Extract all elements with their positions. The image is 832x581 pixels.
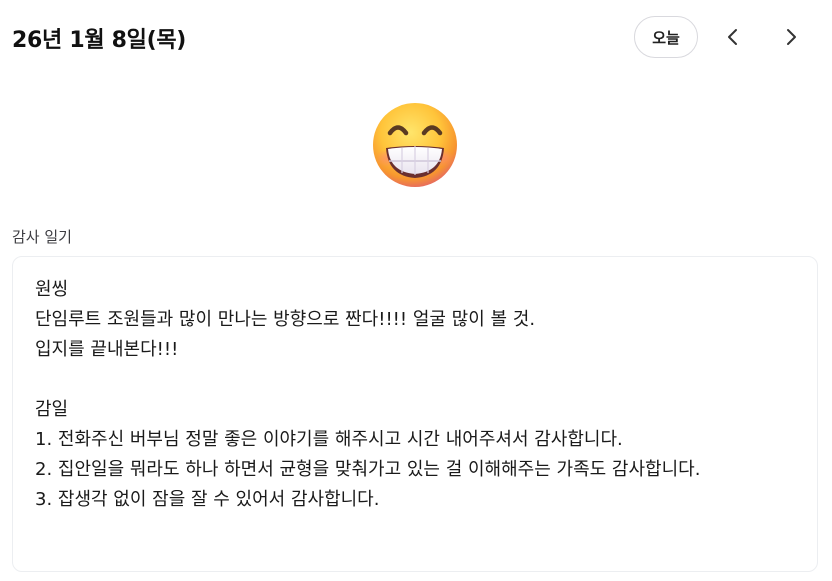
entry-line: 단임루트 조원들과 많이 만나는 방향으로 짠다!!!! 얼굴 많이 볼 것. bbox=[35, 309, 536, 330]
diary-page: 26년 1월 8일(목) 오늘 감사 일기 원씽 단임루트 조원들과 많이 만나… bbox=[0, 0, 832, 581]
entry-line: 1. 전화주신 버부님 정말 좋은 이야기를 해주시고 시간 내어주셔서 감사합… bbox=[35, 429, 623, 450]
entry-line: 2. 집안일을 뭐라도 하나 하면서 균형을 맞춰가고 있는 걸 이해해주는 가… bbox=[35, 459, 701, 480]
next-day-button[interactable] bbox=[776, 22, 806, 52]
entry-line bbox=[35, 365, 805, 395]
entry-line: 입지를 끝내본다!!! bbox=[35, 339, 179, 360]
chevron-right-icon bbox=[787, 29, 796, 45]
diary-entry-card[interactable]: 원씽 단임루트 조원들과 많이 만나는 방향으로 짠다!!!! 얼굴 많이 볼 … bbox=[12, 256, 818, 572]
chevron-left-icon bbox=[728, 29, 737, 45]
grinning-face-icon bbox=[373, 103, 457, 187]
entry-line: 감일 bbox=[35, 399, 69, 420]
mood-emoji bbox=[370, 100, 460, 190]
diary-entry-text: 원씽 단임루트 조원들과 많이 만나는 방향으로 짠다!!!! 얼굴 많이 볼 … bbox=[35, 275, 805, 515]
previous-day-button[interactable] bbox=[718, 22, 748, 52]
section-label: 감사 일기 bbox=[12, 228, 72, 246]
entry-line: 원씽 bbox=[35, 279, 69, 300]
today-button[interactable]: 오늘 bbox=[634, 16, 698, 58]
header: 26년 1월 8일(목) 오늘 bbox=[0, 0, 832, 76]
page-title: 26년 1월 8일(목) bbox=[12, 28, 187, 53]
entry-line: 3. 잡생각 없이 잠을 잘 수 있어서 감사합니다. bbox=[35, 489, 380, 510]
